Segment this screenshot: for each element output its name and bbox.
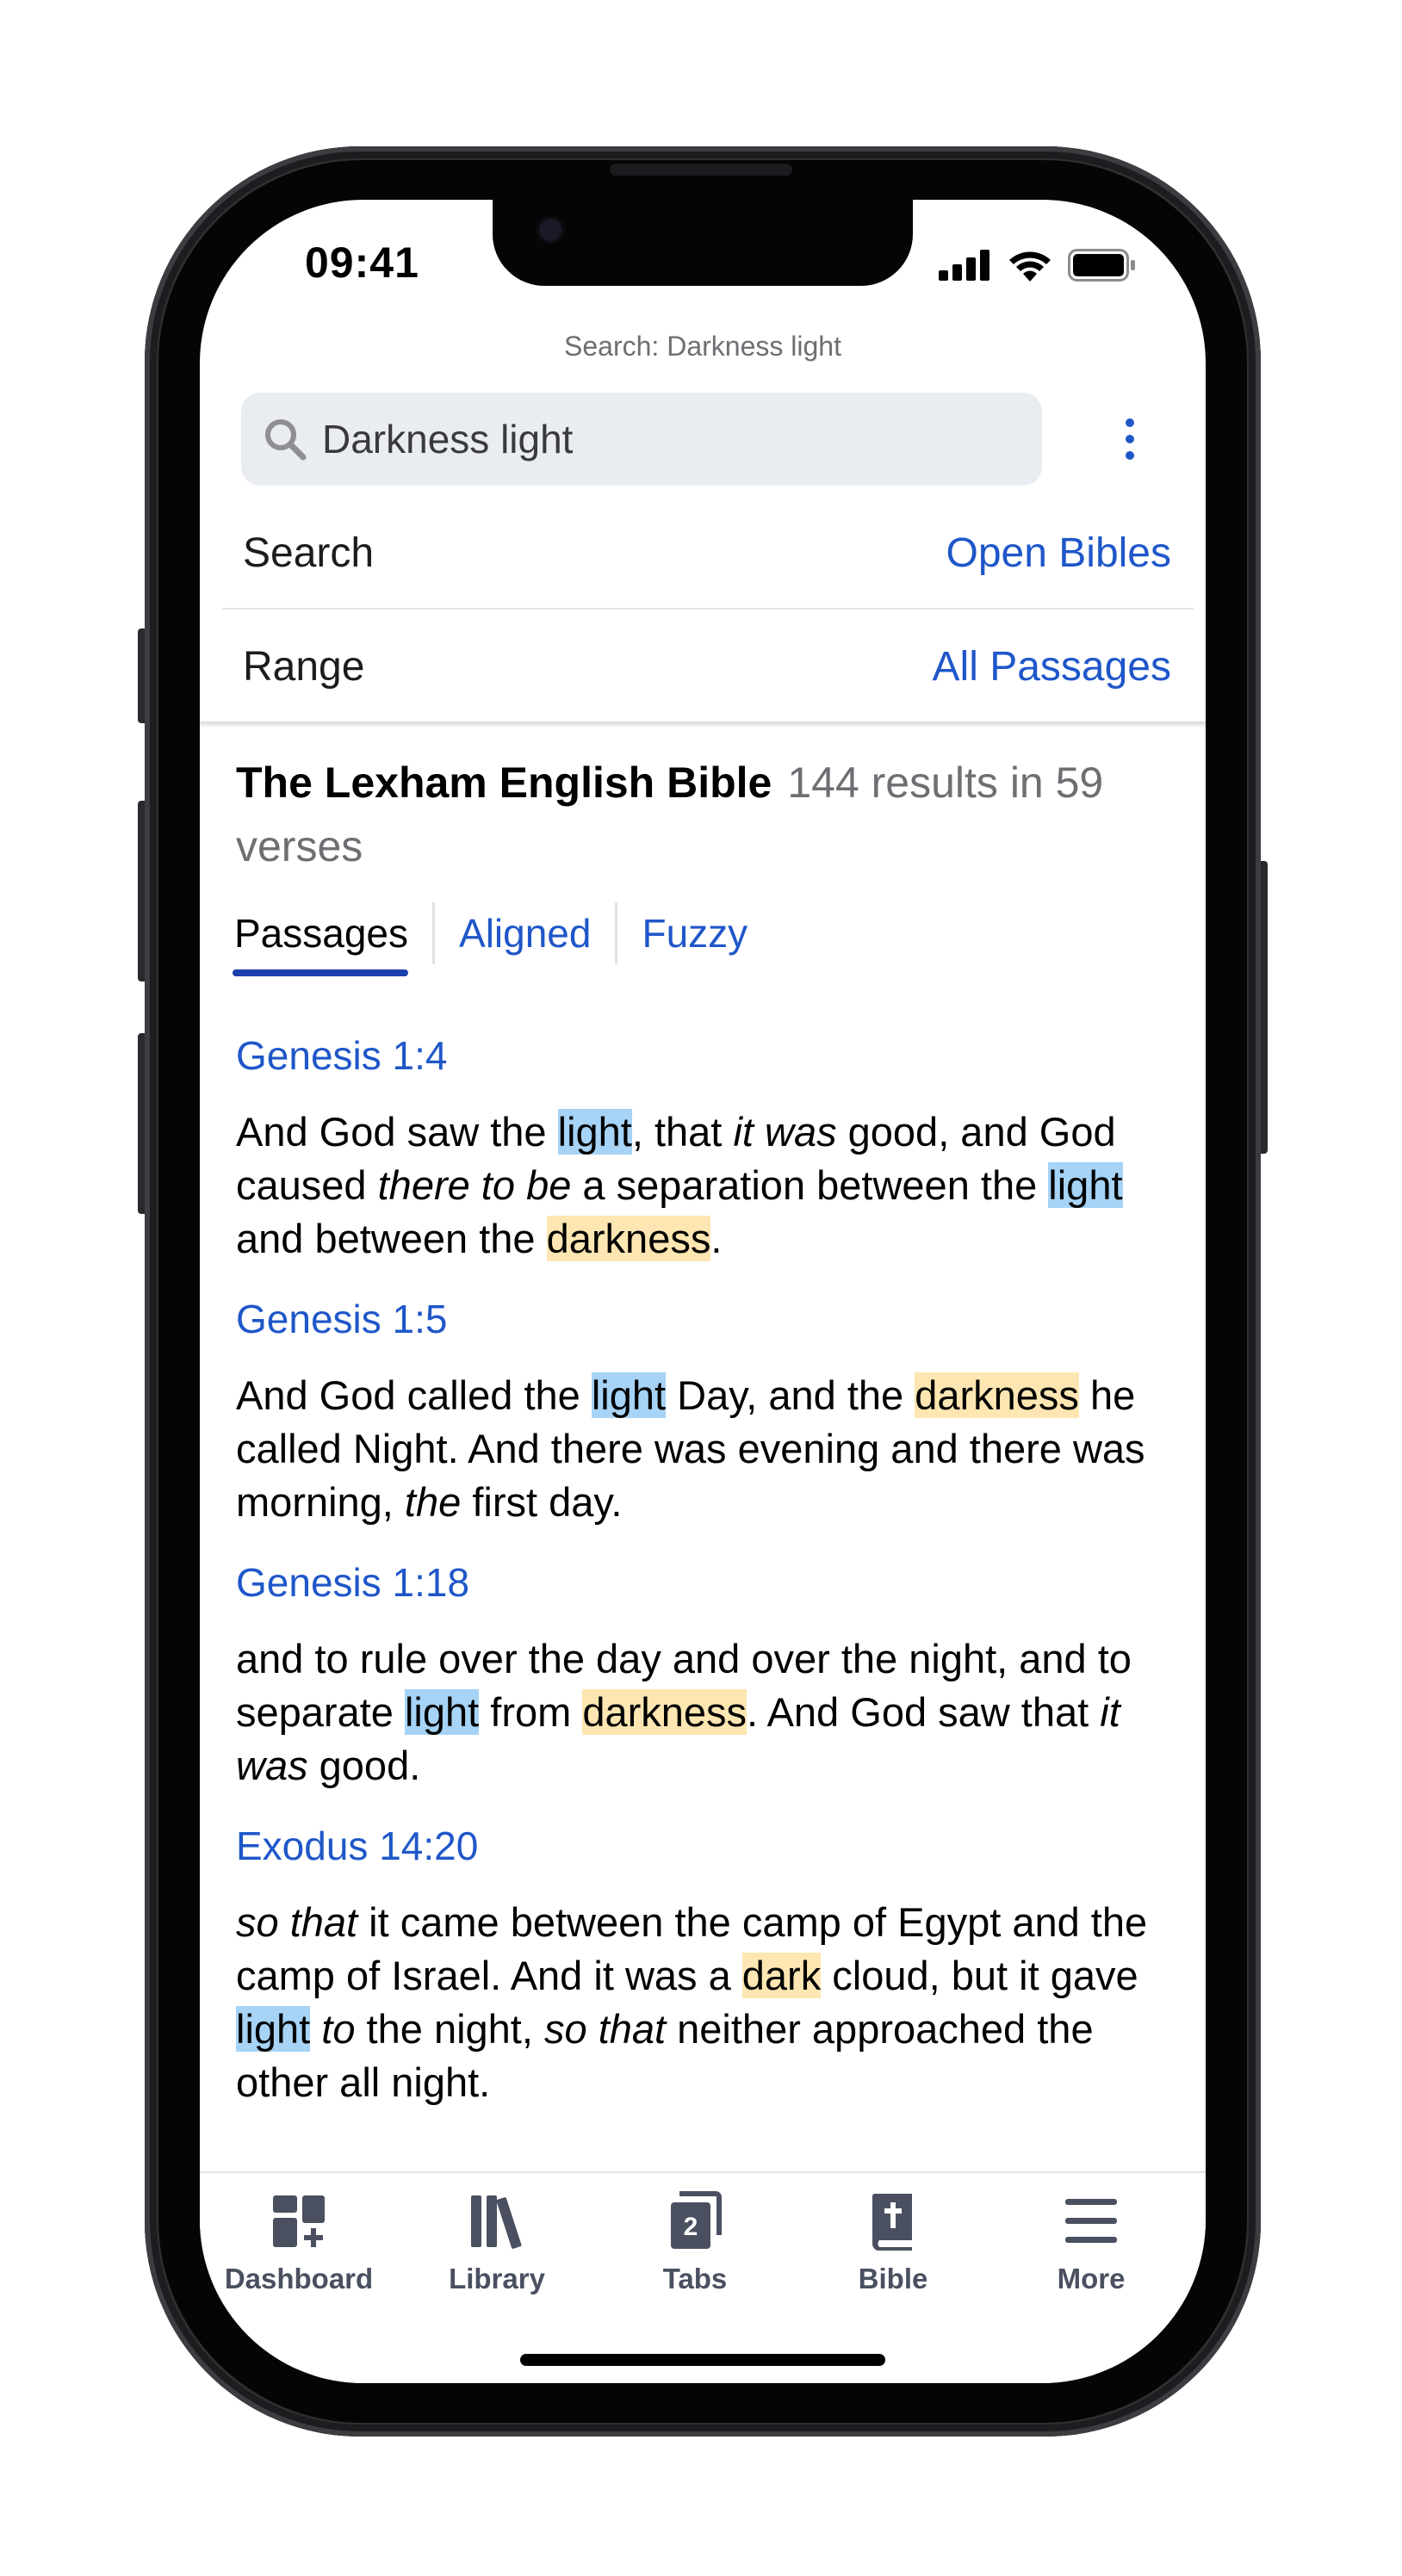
text-segment: And God called the	[236, 1372, 592, 1418]
search-caption: Search: Darkness light	[564, 331, 841, 362]
highlight-darkness: darkness	[582, 1689, 748, 1735]
highlight-light: light	[591, 1372, 667, 1418]
front-camera	[539, 219, 561, 241]
text-segment: first day.	[461, 1479, 623, 1525]
search-scope-label: Search	[243, 529, 375, 576]
verse-text: And God saw the light, that it was good,…	[236, 1105, 1175, 1266]
bible-icon	[872, 2194, 912, 2251]
tabbar-item-dashboard[interactable]: Dashboard	[200, 2190, 398, 2295]
more-icon	[1065, 2199, 1117, 2243]
verse-text: so that it came between the camp of Egyp…	[236, 1896, 1175, 2109]
verse-text: And God called the light Day, and the da…	[236, 1369, 1175, 1529]
search-input[interactable]: Darkness light	[241, 393, 1042, 486]
status-icons	[939, 248, 1137, 282]
highlight-light: light	[236, 2006, 311, 2052]
notch	[493, 200, 913, 286]
verse-reference-link[interactable]: Genesis 1:5	[236, 1290, 1175, 1369]
tabbar-label-library: Library	[449, 2263, 545, 2294]
tab-passages[interactable]: Passages	[231, 897, 432, 976]
text-segment: And God saw the	[236, 1109, 558, 1155]
results-tabs: Passages Aligned Fuzzy	[231, 897, 772, 976]
range-value[interactable]: All Passages	[933, 643, 1171, 690]
app-screen: 09:41 Search: Darkness light Darkness li…	[200, 200, 1206, 2383]
result-item[interactable]: Exodus 14:20 so that it came between the …	[236, 1817, 1175, 2109]
tabbar-item-bible[interactable]: Bible	[794, 2190, 992, 2295]
speaker-grille	[610, 164, 792, 176]
result-item[interactable]: Genesis 1:18 and to rule over the day and…	[236, 1553, 1175, 1793]
text-segment: Day, and the	[666, 1372, 915, 1418]
italic-segment: the	[404, 1479, 462, 1525]
results-heading: The Lexham English Bible 144 results in 5…	[236, 751, 1166, 878]
highlight-light: light	[404, 1689, 480, 1735]
tabbar-label-tabs: Tabs	[662, 2263, 728, 2294]
dashboard-icon	[273, 2195, 325, 2247]
highlight-light: light	[1048, 1162, 1123, 1208]
search-scope-row[interactable]: Search Open Bibles	[222, 498, 1194, 610]
tabbar-label-bible: Bible	[858, 2263, 928, 2294]
verse-reference-link[interactable]: Genesis 1:18	[236, 1553, 1175, 1632]
results-list[interactable]: Genesis 1:4 And God saw the light, that i…	[236, 1026, 1175, 2163]
verse-reference-link[interactable]: Exodus 14:20	[236, 1817, 1175, 1896]
highlight-light: light	[557, 1109, 632, 1155]
more-options-icon[interactable]	[1113, 406, 1147, 472]
text-segment	[310, 2006, 321, 2052]
bible-name: The Lexham English Bible	[236, 759, 772, 807]
text-segment: from	[479, 1689, 583, 1735]
text-segment: the night,	[355, 2006, 544, 2052]
italic-segment: to	[321, 2006, 356, 2052]
range-label: Range	[243, 643, 365, 690]
highlight-darkness: darkness	[915, 1372, 1079, 1418]
italic-segment: there to be	[377, 1162, 572, 1208]
result-item[interactable]: Genesis 1:4 And God saw the light, that i…	[236, 1026, 1175, 1266]
tabs-count-badge: 2	[684, 2213, 698, 2241]
text-segment: .	[710, 1216, 723, 1261]
search-icon	[265, 419, 307, 461]
library-icon	[471, 2195, 522, 2249]
cellular-signal-icon	[939, 250, 989, 281]
tab-fuzzy[interactable]: Fuzzy	[617, 897, 772, 969]
range-row[interactable]: Range All Passages	[222, 611, 1194, 721]
verse-text: and to rule over the day and over the ni…	[236, 1632, 1175, 1793]
italic-segment: so that	[236, 1899, 358, 1945]
wifi-icon	[1009, 251, 1051, 282]
header-divider	[200, 721, 1206, 728]
italic-segment: so that	[544, 2006, 667, 2052]
bottom-tab-bar: Dashboard Library 2 Tabs Bible More	[200, 2171, 1206, 2383]
home-indicator	[520, 2354, 885, 2366]
text-segment: a separation between the	[571, 1162, 1049, 1208]
tabbar-item-tabs[interactable]: 2 Tabs	[596, 2190, 794, 2295]
highlight-darkness: darkness	[546, 1216, 711, 1261]
tabbar-label-more: More	[1057, 2263, 1126, 2294]
search-scope-value[interactable]: Open Bibles	[946, 529, 1172, 577]
verse-reference-link[interactable]: Genesis 1:4	[236, 1026, 1175, 1105]
text-segment: cloud, but it gave	[821, 1953, 1138, 1998]
text-segment: and between the	[236, 1216, 547, 1261]
text-segment: good.	[307, 1743, 421, 1788]
battery-icon	[1068, 249, 1135, 282]
italic-segment: it was	[733, 1109, 837, 1155]
search-input-value: Darkness light	[322, 417, 574, 461]
text-segment: . And God saw that	[747, 1689, 1101, 1735]
result-item[interactable]: Genesis 1:5 And God called the light Day,…	[236, 1290, 1175, 1529]
tab-aligned[interactable]: Aligned	[435, 897, 615, 969]
tabbar-label-dashboard: Dashboard	[224, 2263, 374, 2294]
tabs-icon: 2	[671, 2191, 722, 2249]
highlight-darkness: dark	[741, 1953, 822, 1998]
tabbar-item-library[interactable]: Library	[398, 2190, 596, 2295]
text-segment: , that	[631, 1109, 734, 1155]
status-time: 09:41	[305, 238, 419, 287]
tabbar-item-more[interactable]: More	[992, 2190, 1190, 2295]
